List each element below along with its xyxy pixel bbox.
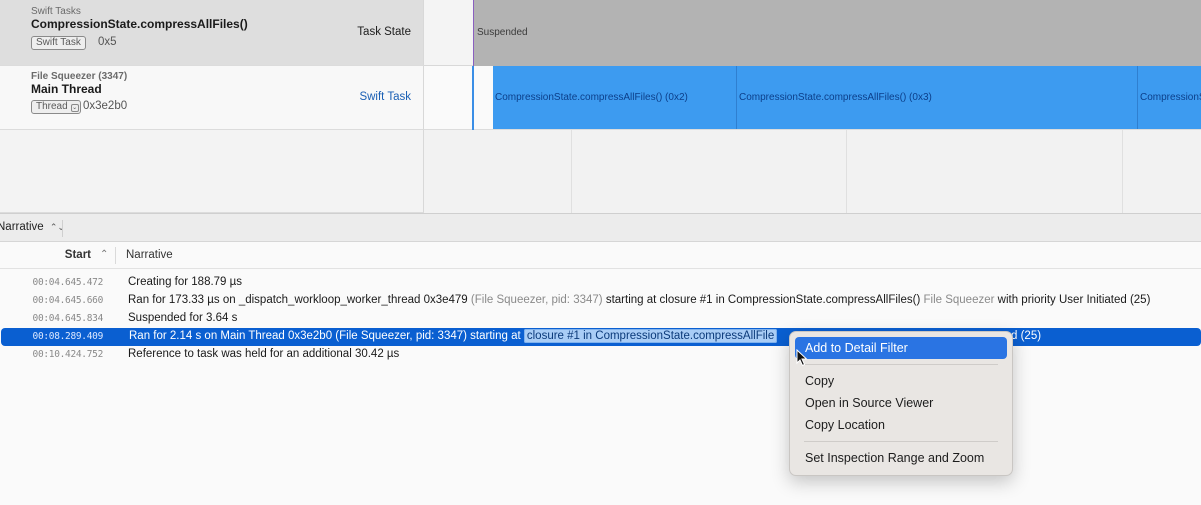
row-narrative: Ran for 2.14 s on Main Thread 0x3e2b0 (F… — [129, 329, 778, 343]
track-title: CompressionState.compressAllFiles() — [31, 17, 248, 31]
narrative-text: starting at closure #1 in CompressionSta… — [605, 294, 921, 306]
time-cursor[interactable] — [472, 66, 474, 130]
menu-item-copy[interactable]: Copy — [795, 370, 1007, 392]
column-header-start[interactable]: Start — [65, 249, 91, 261]
detail-view-label: Narrative — [0, 221, 44, 233]
row-narrative: Reference to task was held for an additi… — [128, 348, 400, 360]
grid-line — [846, 130, 847, 213]
menu-item-label: Add to Detail Filter — [805, 341, 908, 355]
narrative-symbol-highlight[interactable]: closure #1 in CompressionState.compressA… — [523, 329, 778, 343]
track-header-main-thread[interactable]: File Squeezer (3347) Main Thread Thread … — [0, 66, 424, 130]
block-label: CompressionState.compressAllFiles() (0x2… — [495, 92, 688, 103]
narrative-text: Ran for 2.14 s on Main Thread 0x3e2b0 (F… — [129, 330, 521, 342]
track-type-tag: Swift Task — [31, 36, 86, 50]
timeline-tracks: Swift Tasks CompressionState.compressAll… — [0, 0, 1201, 213]
row-start-time: 00:08.289.409 — [32, 331, 104, 342]
row-start-time: 00:10.424.752 — [32, 349, 104, 360]
grid-line — [571, 130, 572, 213]
track-title: Main Thread — [31, 82, 102, 96]
suspended-interval[interactable]: Suspended — [473, 0, 1201, 66]
track-header-swift-task[interactable]: Swift Tasks CompressionState.compressAll… — [0, 0, 424, 66]
table-header: Start ⌃ Narrative — [0, 242, 1201, 269]
track-header-empty — [0, 130, 424, 213]
row-narrative: Creating for 188.79 µs — [128, 276, 243, 288]
column-header-narrative[interactable]: Narrative — [126, 249, 173, 261]
table-row-selected[interactable]: 00:08.289.409 Ran for 2.14 s on Main Thr… — [1, 328, 1201, 346]
row-start-time: 00:04.645.472 — [32, 277, 104, 288]
narrative-text: Ran for 173.33 µs on _dispatch_workloop_… — [128, 294, 468, 306]
task-interval-block[interactable]: CompressionState.compressAllFiles() (0x2… — [493, 66, 737, 129]
track-lane-label[interactable]: Swift Task — [359, 91, 411, 103]
menu-item-label: Open in Source Viewer — [805, 396, 934, 410]
menu-item-set-inspection-range-and-zoom[interactable]: Set Inspection Range and Zoom — [795, 447, 1007, 469]
chevron-down-icon: ⌄ — [70, 104, 79, 112]
table-row[interactable]: 00:04.645.834 Suspended for 3.64 s — [0, 310, 1201, 328]
sort-ascending-icon: ⌃ — [100, 249, 109, 260]
task-interval-block[interactable]: CompressionState.compressAllFiles() (0x4… — [1138, 66, 1201, 129]
menu-item-open-in-source-viewer[interactable]: Open in Source Viewer — [795, 392, 1007, 414]
menu-separator — [804, 364, 998, 365]
track-id: 0x5 — [98, 36, 117, 48]
track-process: File Squeezer (3347) — [31, 71, 128, 82]
table-row[interactable]: 00:04.645.472 Creating for 188.79 µs — [0, 274, 1201, 292]
interval-label: Suspended — [477, 27, 528, 38]
divider — [62, 220, 63, 237]
track-lane-empty — [424, 130, 1201, 213]
row-start-time: 00:04.645.660 — [32, 295, 104, 306]
block-label: CompressionState.compressAllFiles() (0x3… — [739, 92, 932, 103]
track-id: 0x3e2b0 — [83, 100, 128, 112]
task-interval-block[interactable]: CompressionState.compressAllFiles() (0x3… — [737, 66, 1138, 129]
track-category: Swift Tasks — [31, 6, 81, 17]
grid-line — [1122, 130, 1123, 213]
menu-item-add-to-detail-filter[interactable]: Add to Detail Filter — [795, 337, 1007, 359]
row-start-time: 00:04.645.834 — [32, 313, 104, 324]
menu-item-label: Copy — [805, 374, 835, 388]
column-divider[interactable] — [115, 247, 116, 264]
table-row[interactable]: 00:04.645.660 Ran for 173.33 µs on _disp… — [0, 292, 1201, 310]
menu-item-label: Set Inspection Range and Zoom — [805, 451, 985, 465]
tag-label: Thread — [36, 101, 68, 112]
track-type-tag[interactable]: Thread ⌄ — [31, 100, 81, 114]
menu-separator — [804, 441, 998, 442]
detail-view-selector[interactable]: Narrative ⌃⌄ — [0, 221, 65, 233]
narrative-process: (File Squeezer, pid: 3347) — [470, 294, 603, 306]
narrative-text-tail: d (25) — [1011, 330, 1042, 342]
detail-view-bar: Narrative ⌃⌄ — [0, 213, 1201, 242]
block-label: CompressionState.compressAllFiles() (0x4… — [1140, 92, 1201, 103]
table-row[interactable]: 00:10.424.752 Reference to task was held… — [0, 346, 1201, 364]
track-lane-label: Task State — [357, 26, 411, 38]
narrative-text: with priority User Initiated (25) — [997, 294, 1151, 306]
menu-item-label: Copy Location — [805, 418, 885, 432]
row-narrative: Ran for 173.33 µs on _dispatch_workloop_… — [128, 294, 1150, 306]
menu-item-copy-location[interactable]: Copy Location — [795, 414, 1007, 436]
context-menu: Add to Detail Filter Copy Open in Source… — [789, 331, 1013, 476]
mouse-pointer-icon — [796, 349, 808, 367]
narrative-process-name: File Squeezer — [923, 294, 995, 306]
row-narrative: Suspended for 3.64 s — [128, 312, 238, 324]
